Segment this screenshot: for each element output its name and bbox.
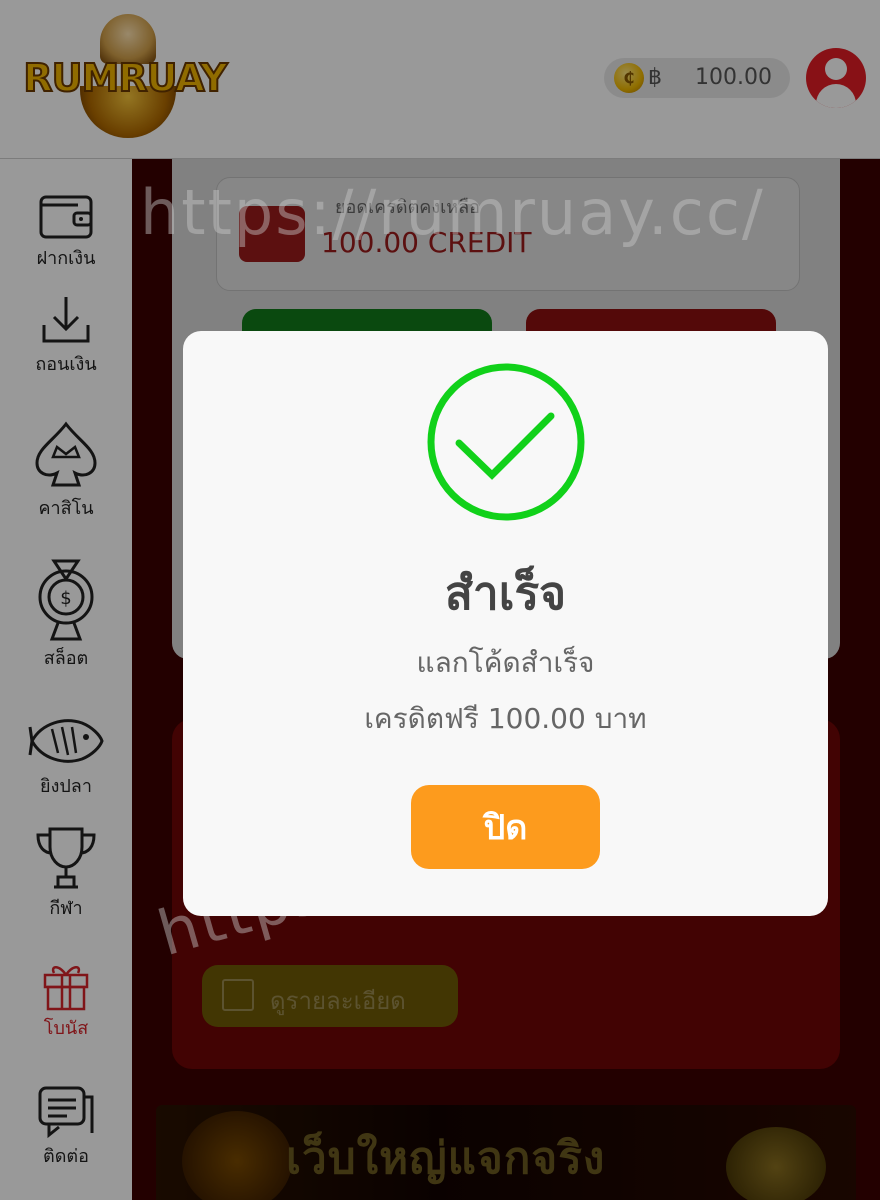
close-button[interactable]: ปิด [411,785,600,869]
success-check-icon [427,363,585,521]
success-modal: สำเร็จ แลกโค้ดสำเร็จ เครดิตฟรี 100.00 บา… [183,331,828,916]
modal-message: แลกโค้ดสำเร็จ [416,646,595,679]
modal-title: สำเร็จ [444,566,567,620]
modal-credit-message: เครดิตฟรี 100.00 บาท [364,702,647,735]
watermark-top: https://rumruay.cc/ [140,176,765,249]
